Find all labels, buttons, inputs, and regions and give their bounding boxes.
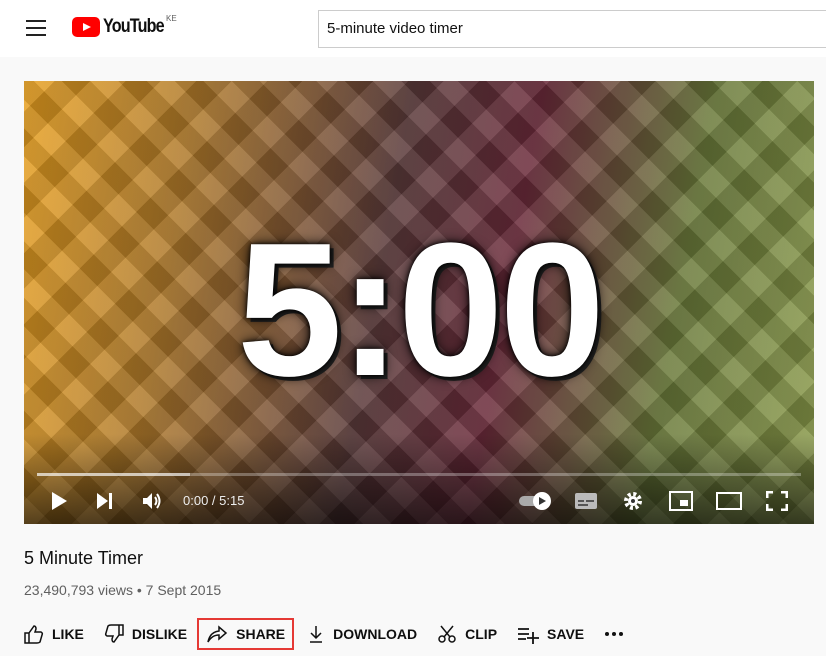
volume-icon xyxy=(143,493,161,509)
thumbs-up-icon xyxy=(24,625,44,644)
video-player[interactable]: 5:00 0:00 / 5:15 xyxy=(24,81,814,524)
hamburger-menu-icon[interactable] xyxy=(26,20,46,36)
more-horizontal-icon xyxy=(605,632,624,636)
logo-text: YouTube xyxy=(103,16,165,37)
clip-label: CLIP xyxy=(465,626,498,642)
view-count: 23,490,793 views xyxy=(24,582,133,598)
more-actions-button[interactable] xyxy=(604,618,632,650)
country-code: KE xyxy=(166,14,177,23)
settings-icon xyxy=(624,492,642,510)
video-overlay-text: 5:00 xyxy=(236,204,605,416)
dislike-button[interactable]: DISLIKE xyxy=(104,618,187,650)
separator: • xyxy=(132,582,146,598)
action-bar: LIKE DISLIKE SHARE DOWNLOAD CLIP SAVE xyxy=(24,618,652,650)
youtube-play-icon xyxy=(72,17,100,37)
subtitles-icon xyxy=(575,493,597,509)
youtube-logo[interactable]: YouTube KE xyxy=(72,14,177,38)
clip-button[interactable]: CLIP xyxy=(437,618,497,650)
miniplayer-icon xyxy=(669,491,693,511)
autoplay-toggle[interactable] xyxy=(518,486,552,516)
masthead: YouTube KE 5-minute video timer xyxy=(0,0,826,57)
scissors-icon xyxy=(438,625,456,643)
save-button[interactable]: SAVE xyxy=(517,618,584,650)
download-button[interactable]: DOWNLOAD xyxy=(307,618,417,650)
search-input[interactable]: 5-minute video timer xyxy=(318,10,826,48)
theater-icon xyxy=(716,492,742,510)
fullscreen-button[interactable] xyxy=(766,486,788,516)
dislike-label: DISLIKE xyxy=(131,626,188,642)
like-button[interactable]: LIKE xyxy=(24,618,84,650)
miniplayer-button[interactable] xyxy=(669,486,693,516)
progress-bar[interactable] xyxy=(37,473,801,476)
thumbs-down-icon xyxy=(104,624,124,643)
fullscreen-icon xyxy=(766,491,788,511)
video-title: 5 Minute Timer xyxy=(24,548,144,568)
volume-button[interactable] xyxy=(142,486,164,516)
theater-button[interactable] xyxy=(716,486,742,516)
share-label: SHARE xyxy=(236,626,286,642)
share-icon xyxy=(207,625,228,643)
upload-date: 7 Sept 2015 xyxy=(145,582,222,598)
download-label: DOWNLOAD xyxy=(333,626,418,642)
autoplay-icon xyxy=(519,492,551,510)
play-button[interactable] xyxy=(50,486,68,516)
next-icon xyxy=(97,493,112,509)
settings-button[interactable] xyxy=(623,486,643,516)
like-label: LIKE xyxy=(52,626,84,642)
next-button[interactable] xyxy=(96,486,114,516)
playlist-add-icon xyxy=(518,628,540,644)
save-label: SAVE xyxy=(547,626,585,642)
play-icon xyxy=(52,492,67,510)
share-button[interactable]: SHARE xyxy=(197,618,295,650)
download-icon xyxy=(310,626,323,643)
subtitles-button[interactable] xyxy=(575,486,597,516)
time-display: 0:00 / 5:15 xyxy=(183,493,245,508)
buffered-bar xyxy=(37,473,190,476)
video-meta: 23,490,793 views • 7 Sept 2015 xyxy=(24,582,221,598)
